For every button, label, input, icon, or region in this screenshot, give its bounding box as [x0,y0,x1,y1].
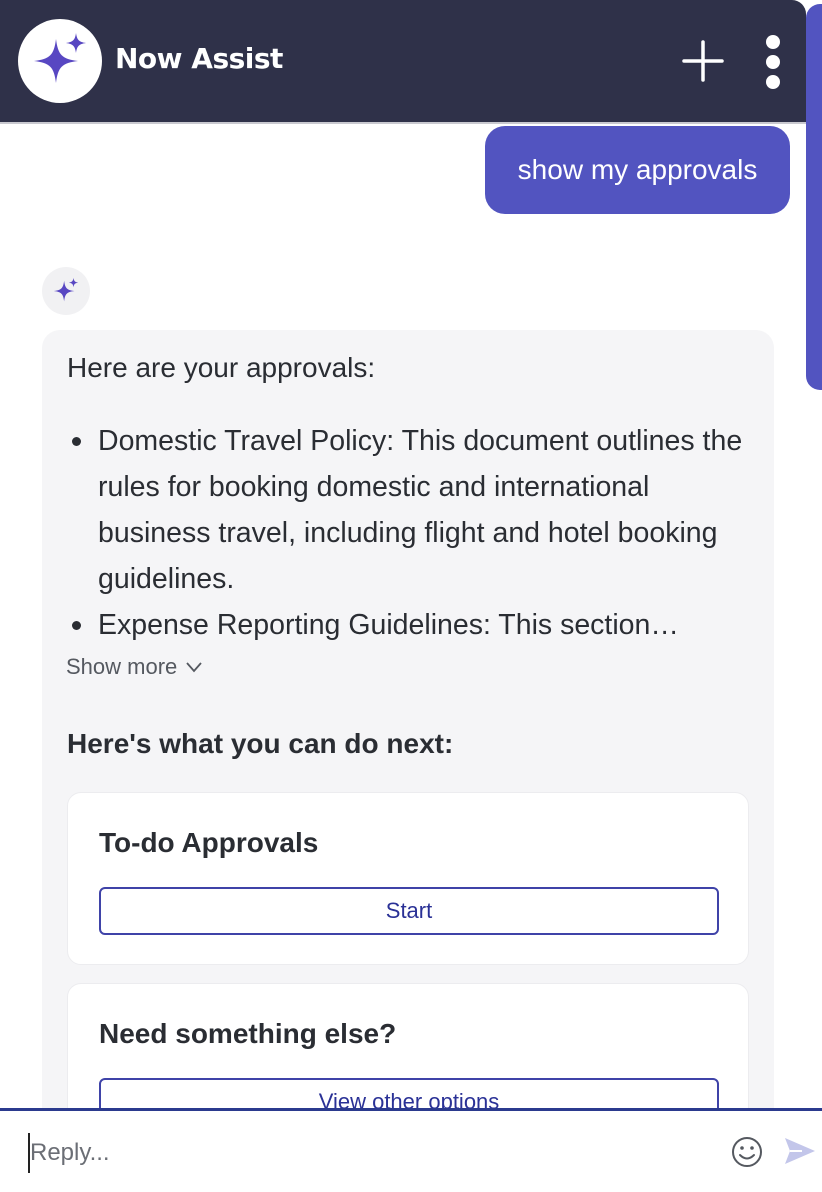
emoji-icon [732,1137,762,1167]
bot-intro-text: Here are your approvals: [67,352,376,383]
send-button[interactable] [782,1133,818,1169]
sparkle-icon [34,33,86,83]
action-card-todo-approvals: To-do Approvals Start [67,792,749,965]
list-item: Expense Reporting Guidelines: This secti… [67,602,757,648]
list-item-text: Expense Reporting Guidelines: This secti… [98,609,679,641]
action-card-title: Need something else? [99,1018,397,1049]
chat-header: Now Assist [0,0,806,122]
header-divider [0,122,806,124]
show-more-label: Show more [66,654,178,679]
emoji-button[interactable] [730,1135,764,1169]
send-icon [785,1138,815,1164]
kebab-menu-icon [766,35,780,89]
now-assist-logo [18,19,102,103]
approvals-list: Domestic Travel Policy: This document ou… [67,418,757,648]
side-panel-edge[interactable] [806,4,822,390]
sparkle-icon [53,277,79,302]
bot-avatar [42,267,90,315]
action-card-title: To-do Approvals [99,827,319,858]
user-message-bubble: show my approvals [485,126,790,214]
user-message-text: show my approvals [517,154,758,185]
bullet-icon [72,437,81,446]
new-chat-button[interactable] [682,40,724,82]
next-steps-heading: Here's what you can do next: [67,728,454,759]
plus-icon [682,40,724,82]
bullet-icon [72,621,81,630]
list-item: Domestic Travel Policy: This document ou… [67,418,757,602]
chevron-down-icon [186,662,202,673]
reply-input[interactable] [28,1133,690,1173]
list-item-text: Domestic Travel Policy: This document ou… [98,425,743,595]
more-options-button[interactable] [760,34,786,90]
start-button[interactable]: Start [99,887,719,935]
reply-composer [0,1108,822,1192]
app-title: Now Assist [115,42,283,75]
show-more-link[interactable]: Show more [66,654,203,680]
